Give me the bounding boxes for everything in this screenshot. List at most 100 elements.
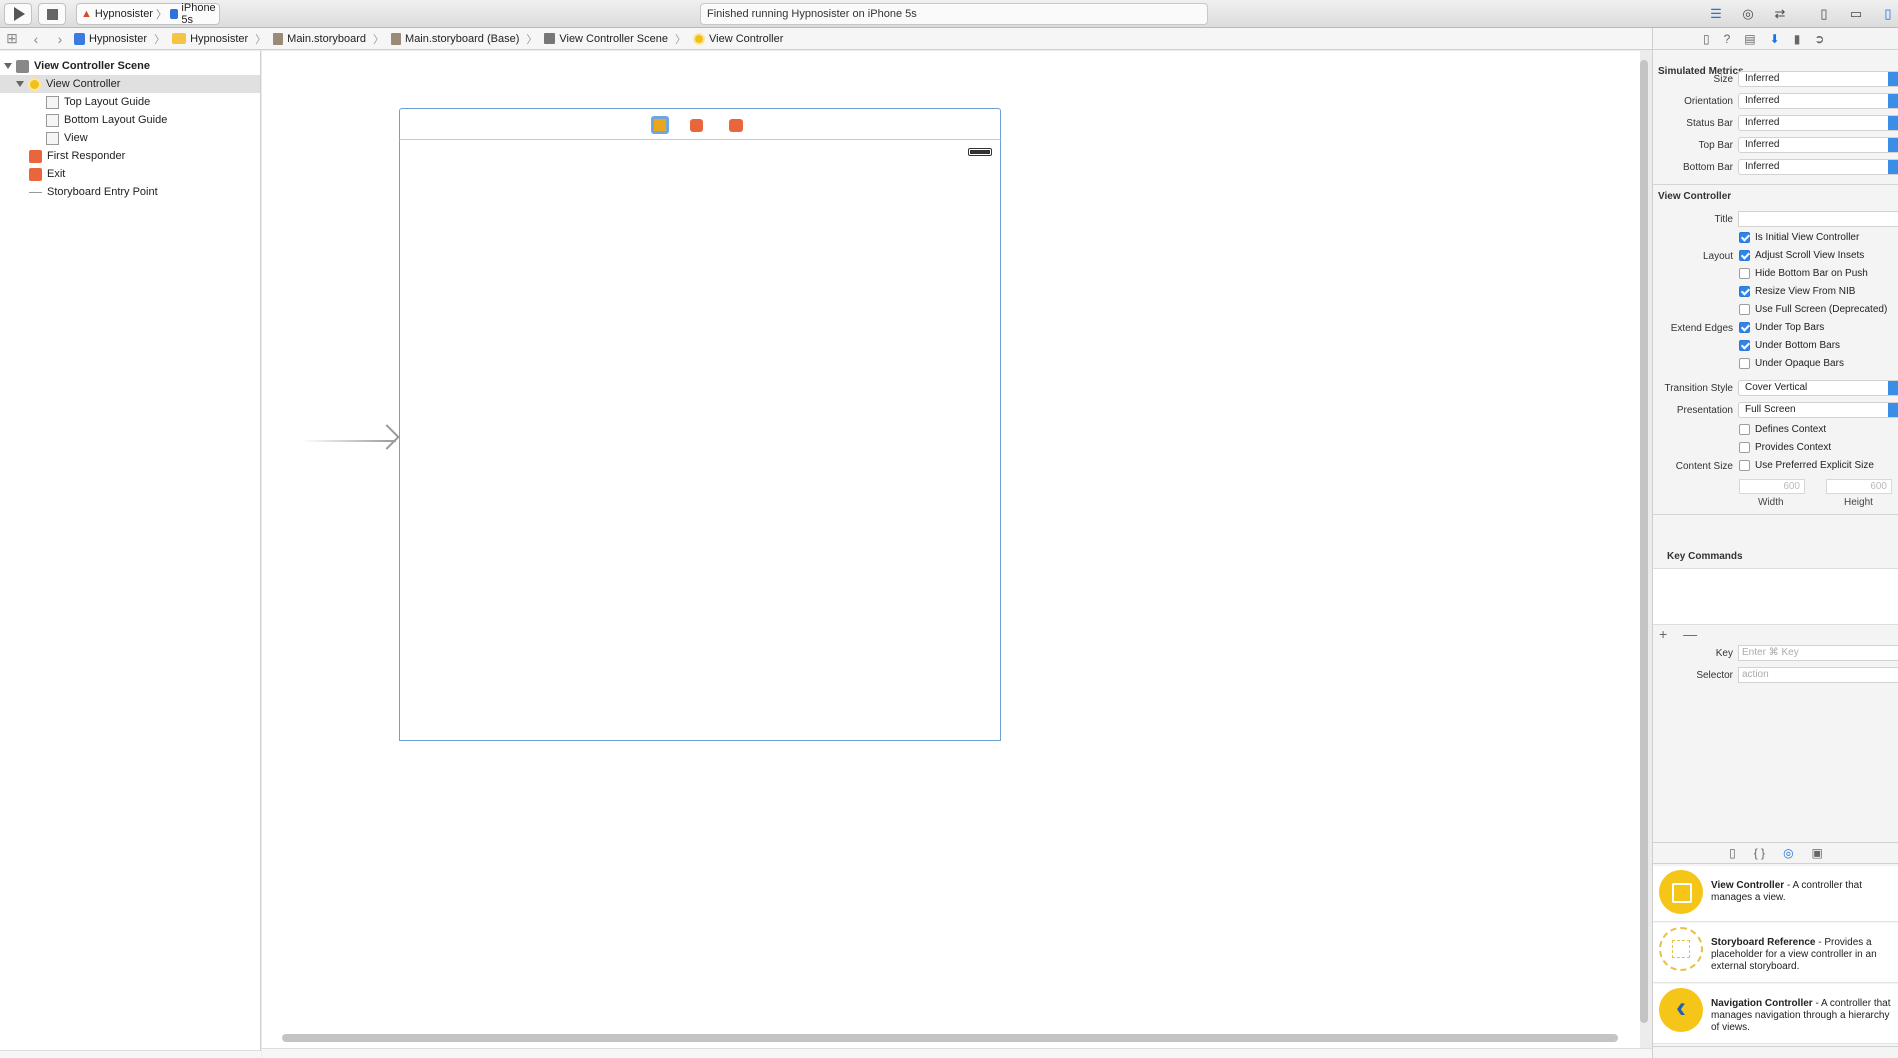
outline-item-label: Top Layout Guide: [64, 96, 151, 108]
status-bar-popup[interactable]: Inferred: [1738, 115, 1898, 131]
hide-bottom-bar-checkbox[interactable]: Hide Bottom Bar on Push: [1739, 268, 1868, 279]
library-item-name: View Controller: [1711, 880, 1785, 891]
crumb-view-controller[interactable]: View Controller: [691, 32, 785, 45]
key-label: Key: [1715, 648, 1733, 659]
layout-label: Layout: [1702, 251, 1733, 262]
view-controller-dock-icon[interactable]: [651, 116, 669, 134]
chevron-right-icon: 〉: [373, 33, 385, 46]
checkbox[interactable]: [1739, 424, 1750, 435]
crumb-group[interactable]: Hypnosister 〉: [170, 31, 271, 47]
exit-dock-icon[interactable]: [729, 119, 743, 132]
size-popup[interactable]: Inferred: [1738, 71, 1898, 87]
crumb-project[interactable]: Hypnosister 〉: [72, 31, 170, 47]
back-icon[interactable]: ‹: [24, 31, 48, 47]
outline-item-bottom-layout-guide[interactable]: Bottom Layout Guide: [0, 111, 260, 129]
presentation-popup[interactable]: Full Screen: [1738, 402, 1898, 418]
connections-inspector-icon[interactable]: ➲: [1814, 32, 1824, 46]
navigator-toggle-icon[interactable]: ▯: [1810, 4, 1838, 24]
scheme-selector[interactable]: ▲ Hypnosister 〉 iPhone 5s: [76, 2, 220, 26]
outline-item-view-controller[interactable]: View Controller: [0, 75, 260, 93]
library-item-storyboard-reference[interactable]: Storyboard Reference - Provides a placeh…: [1653, 923, 1898, 983]
bottom-bar-popup[interactable]: Inferred: [1738, 159, 1898, 175]
disclosure-triangle-icon[interactable]: [16, 81, 24, 87]
divider: [1653, 184, 1898, 185]
code-snippet-library-icon[interactable]: { }: [1754, 846, 1765, 860]
provides-context-checkbox[interactable]: Provides Context: [1739, 442, 1831, 453]
crumb-storyboard[interactable]: Main.storyboard 〉: [271, 31, 389, 47]
crumb-label: Main.storyboard (Base): [405, 32, 520, 45]
key-commands-list[interactable]: [1653, 568, 1898, 625]
checkbox[interactable]: [1739, 322, 1750, 333]
checkbox-label: Hide Bottom Bar on Push: [1755, 268, 1868, 279]
utilities-toggle-icon[interactable]: ▯: [1874, 4, 1898, 24]
resize-from-nib-checkbox[interactable]: Resize View From NIB: [1739, 286, 1855, 297]
outline-item-view[interactable]: View: [0, 129, 260, 147]
checkbox[interactable]: [1739, 304, 1750, 315]
version-editor-icon[interactable]: ⇄: [1766, 4, 1794, 24]
attributes-inspector-icon[interactable]: ⬇: [1770, 32, 1780, 46]
forward-icon[interactable]: ›: [48, 31, 72, 47]
stop-button[interactable]: [38, 3, 66, 25]
debug-area-toggle-icon[interactable]: ▭: [1842, 4, 1870, 24]
file-template-library-icon[interactable]: ▯: [1729, 846, 1736, 860]
selector-field[interactable]: action: [1738, 667, 1898, 683]
outline-item-exit[interactable]: Exit: [0, 165, 260, 183]
extend-edges-label: Extend Edges: [1670, 323, 1733, 334]
library-item-view-controller[interactable]: View Controller - A controller that mana…: [1653, 866, 1898, 922]
chevron-right-icon: 〉: [675, 33, 686, 46]
library-filter-bar[interactable]: [1653, 1046, 1898, 1058]
disclosure-triangle-icon[interactable]: [4, 63, 12, 69]
under-opaque-bars-checkbox[interactable]: Under Opaque Bars: [1739, 358, 1844, 369]
assistant-editor-icon[interactable]: ◎: [1734, 4, 1762, 24]
checkbox[interactable]: [1739, 460, 1750, 471]
stop-icon: [46, 8, 58, 20]
run-button[interactable]: [4, 3, 32, 25]
outline-item-top-layout-guide[interactable]: Top Layout Guide: [0, 93, 260, 111]
width-field[interactable]: 600: [1739, 479, 1805, 494]
height-field[interactable]: 600: [1826, 479, 1892, 494]
view-controller-view[interactable]: [399, 140, 1001, 741]
checkbox[interactable]: [1739, 286, 1750, 297]
canvas-vertical-scrollbar[interactable]: [1640, 60, 1648, 1023]
checkbox[interactable]: [1739, 442, 1750, 453]
crumb-scene[interactable]: View Controller Scene 〉: [542, 31, 691, 47]
related-items-icon[interactable]: ⊞: [0, 30, 24, 47]
orientation-popup[interactable]: Inferred: [1738, 93, 1898, 109]
add-remove-key-command[interactable]: + —: [1659, 626, 1703, 642]
title-field[interactable]: [1738, 211, 1898, 227]
transition-style-popup[interactable]: Cover Vertical: [1738, 380, 1898, 396]
checkbox-label: Under Opaque Bars: [1755, 358, 1844, 369]
first-responder-dock-icon[interactable]: [690, 119, 703, 132]
canvas-horizontal-scrollbar[interactable]: [282, 1034, 1618, 1042]
under-bottom-bars-checkbox[interactable]: Under Bottom Bars: [1739, 340, 1840, 351]
size-inspector-icon[interactable]: ▮: [1794, 32, 1801, 46]
defines-context-checkbox[interactable]: Defines Context: [1739, 424, 1826, 435]
under-top-bars-checkbox[interactable]: Under Top Bars: [1739, 322, 1824, 333]
library-item-navigation-controller[interactable]: ‹ Navigation Controller - A controller t…: [1653, 984, 1898, 1044]
checkbox[interactable]: [1739, 250, 1750, 261]
initial-vc-checkbox[interactable]: Is Initial View Controller: [1739, 232, 1859, 243]
attributes-inspector: ▯ ? ▤ ⬇ ▮ ➲ Simulated Metrics Size Infer…: [1652, 28, 1898, 1058]
checkbox[interactable]: [1739, 268, 1750, 279]
outline-item-first-responder[interactable]: First Responder: [0, 147, 260, 165]
outline-scene[interactable]: View Controller Scene: [4, 57, 264, 75]
scene-dock[interactable]: [399, 108, 1001, 140]
outline-item-entry-point[interactable]: Storyboard Entry Point: [0, 183, 260, 201]
key-field[interactable]: Enter ⌘ Key: [1738, 645, 1898, 661]
checkbox[interactable]: [1739, 340, 1750, 351]
library-item-text: View Controller - A controller that mana…: [1711, 870, 1893, 904]
file-inspector-icon[interactable]: ▯: [1703, 32, 1710, 46]
checkbox[interactable]: [1739, 232, 1750, 243]
standard-editor-icon[interactable]: ☰: [1702, 4, 1730, 24]
crumb-storyboard-base[interactable]: Main.storyboard (Base) 〉: [389, 31, 542, 47]
outline-filter-bar[interactable]: [0, 1050, 261, 1058]
top-bar-popup[interactable]: Inferred: [1738, 137, 1898, 153]
adjust-insets-checkbox[interactable]: Adjust Scroll View Insets: [1739, 250, 1864, 261]
identity-inspector-icon[interactable]: ▤: [1744, 32, 1755, 46]
media-library-icon[interactable]: ▣: [1812, 846, 1823, 860]
preferred-size-checkbox[interactable]: Use Preferred Explicit Size: [1739, 460, 1874, 471]
checkbox[interactable]: [1739, 358, 1750, 369]
quick-help-icon[interactable]: ?: [1724, 32, 1731, 46]
object-library-icon[interactable]: ◎: [1783, 846, 1793, 860]
full-screen-checkbox[interactable]: Use Full Screen (Deprecated): [1739, 304, 1887, 315]
